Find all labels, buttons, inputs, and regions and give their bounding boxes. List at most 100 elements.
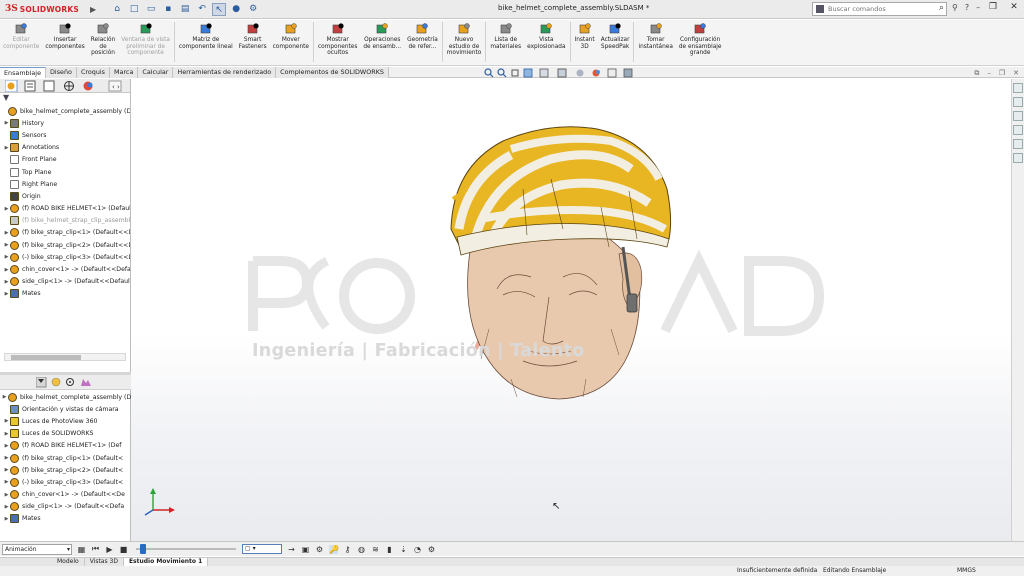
rewind-icon[interactable]: ⏮ — [91, 544, 100, 554]
home-icon[interactable]: ⌂ — [110, 3, 124, 16]
feature-tree-item[interactable]: ▶ (-) bike_strap_clip<3> (Default<<Def — [0, 251, 130, 263]
feature-tree-item[interactable]: ▶ (f) bike_strap_clip<2> (Default<<Def — [0, 239, 130, 251]
dimxpert-tab-icon[interactable] — [64, 80, 74, 91]
play-icon[interactable]: ▶ — [105, 545, 114, 554]
feature-tree-item[interactable]: Right Plane — [0, 178, 130, 190]
expand-arrow-icon[interactable]: ▶ — [3, 516, 10, 522]
cmd-insert-components-button[interactable]: Insertar componentes — [42, 22, 87, 50]
search-input[interactable] — [828, 5, 928, 13]
motion-tree-item[interactable]: ▶ Mates — [0, 513, 131, 525]
cmd-assembly-features-button[interactable]: Operaciones de ensamb... — [360, 22, 404, 50]
cmd-preview-window-button[interactable]: Ventana de vista preliminar de component… — [118, 22, 173, 57]
contact-icon[interactable]: ▮ — [385, 545, 394, 554]
results-icon[interactable]: ◔ — [413, 545, 422, 554]
motion-tree-item[interactable]: Orientación y vistas de cámara — [0, 403, 131, 415]
expand-arrow-icon[interactable]: ▶ — [3, 455, 10, 461]
new-document-icon[interactable]: □ — [127, 3, 141, 16]
bottom-tab-estudio-movimiento-1[interactable]: Estudio Movimiento 1 — [123, 558, 209, 566]
expand-arrow-icon[interactable]: ▶ — [1, 394, 8, 400]
save-icon[interactable]: ▪ — [161, 3, 175, 16]
motion-tree-item[interactable]: ▶ bike_helmet_complete_assembly (De — [0, 391, 131, 403]
feature-manager-tab-icon[interactable] — [5, 79, 18, 92]
expand-arrow-icon[interactable]: ▶ — [3, 492, 10, 498]
feature-tree-item[interactable]: (f) bike_helmet_strap_clip_assembly< — [0, 215, 130, 227]
zoom-to-fit-icon[interactable] — [484, 68, 494, 78]
cmd-edit-component-button[interactable]: Editar componente — [0, 22, 42, 50]
view-orientation-icon[interactable] — [539, 68, 549, 78]
feature-tree-item[interactable]: ▶ Annotations — [0, 142, 130, 154]
restore-icon[interactable]: ❐ — [987, 2, 999, 12]
viewport-close-icon[interactable]: ✕ — [1013, 69, 1019, 78]
expand-arrow-icon[interactable]: ▶ — [3, 279, 10, 285]
undo-icon[interactable]: ↶ — [195, 3, 209, 16]
motion-tree-item[interactable]: ▶ Luces de SOLIDWORKS — [0, 428, 131, 440]
filter-selected-icon[interactable] — [65, 377, 74, 386]
gravity-icon[interactable]: ⇣ — [399, 545, 408, 554]
tab-calcular[interactable]: Calcular — [138, 67, 174, 78]
study-properties-icon[interactable]: ⚙ — [427, 545, 436, 554]
property-manager-tab-icon[interactable] — [24, 80, 36, 91]
add-key-icon[interactable]: ⚷ — [343, 545, 352, 554]
expand-arrow-icon[interactable]: ▶ — [3, 291, 10, 297]
graphics-area[interactable]: Ingeniería | Fabricación | Talento ↖ — [131, 79, 1011, 541]
design-library-icon[interactable] — [1013, 97, 1023, 107]
cmd-exploded-view-button[interactable]: Vista explosionada — [524, 22, 568, 50]
expand-arrow-icon[interactable]: ▶ — [3, 418, 10, 424]
cmd-smart-fasteners-button[interactable]: Smart Fasteners — [236, 22, 270, 50]
cmd-speedpak-button[interactable]: Actualizar SpeedPak — [598, 22, 633, 50]
feature-tree-item[interactable]: ▶ chin_cover<1> -> (Default<<Default — [0, 263, 130, 275]
study-type-select[interactable]: Animación — [2, 543, 72, 555]
autokey-icon[interactable]: 🔑 — [329, 544, 339, 554]
animation-wizard-icon[interactable]: ⚙ — [315, 545, 324, 554]
motion-tree-item[interactable]: ▶ (f) ROAD BIKE HELMET<1> (Def — [0, 440, 131, 452]
playback-mode-icon[interactable]: → — [287, 545, 296, 554]
spring-icon[interactable]: ≋ — [371, 545, 380, 554]
previous-view-icon[interactable] — [511, 69, 519, 77]
rebuild-icon[interactable]: ● — [229, 3, 243, 16]
motion-tree-item[interactable]: ▶ (f) bike_strap_clip<2> (Default< — [0, 464, 131, 476]
motion-tree-item[interactable]: ▶ (-) bike_strap_clip<3> (Default< — [0, 476, 131, 488]
close-icon[interactable]: ✕ — [1008, 2, 1020, 12]
stop-icon[interactable]: ■ — [119, 545, 128, 554]
section-view-icon[interactable] — [523, 68, 533, 78]
custom-properties-icon[interactable] — [1013, 153, 1023, 163]
filter-animated-icon[interactable] — [35, 376, 46, 387]
expand-arrow-icon[interactable]: ▶ — [3, 230, 10, 236]
expand-arrow-icon[interactable]: ▶ — [3, 504, 10, 510]
search-scope-icon[interactable] — [816, 5, 824, 13]
feature-tree-item[interactable]: ▶ (f) ROAD BIKE HELMET<1> (Default< — [0, 203, 130, 215]
expand-arrow-icon[interactable]: ▶ — [3, 120, 10, 126]
minimize-icon[interactable]: – — [976, 3, 980, 12]
tab-marca[interactable]: Marca — [110, 67, 139, 78]
tab-herramientas-de-renderizado[interactable]: Herramientas de renderizado — [173, 67, 277, 78]
motion-tree-item[interactable]: ▶ (f) bike_strap_clip<1> (Default< — [0, 452, 131, 464]
expand-arrow-icon[interactable]: ▶ — [3, 479, 10, 485]
cmd-move-component-button[interactable]: Mover componente — [270, 22, 312, 50]
bottom-tab-modelo[interactable]: Modelo — [52, 558, 85, 566]
feature-tree-item[interactable]: Top Plane — [0, 166, 130, 178]
cmd-bom-button[interactable]: Lista de materiales — [487, 22, 524, 50]
zoom-area-icon[interactable] — [497, 68, 507, 78]
playback-mode-select[interactable]: ▢ ▾ — [242, 544, 282, 554]
view-settings-icon[interactable] — [623, 68, 633, 78]
feature-tree-item[interactable]: Origin — [0, 190, 130, 202]
feature-tree-item[interactable]: ▶ side_clip<1> -> (Default<<Default> — [0, 276, 130, 288]
search-icon[interactable]: ⌕ — [939, 3, 944, 13]
cmd-show-hidden-button[interactable]: Mostrar componentes ocultos — [315, 22, 360, 57]
solidworks-resources-icon[interactable] — [1013, 83, 1023, 93]
display-manager-tab-icon[interactable] — [83, 81, 93, 90]
reference-triad-icon[interactable] — [144, 488, 175, 516]
viewport-restore-icon[interactable]: ❐ — [999, 69, 1005, 78]
menu-expand-icon[interactable]: ▶ — [90, 5, 96, 14]
expand-arrow-icon[interactable]: ▶ — [3, 254, 10, 260]
playback-slider-knob[interactable] — [140, 544, 146, 554]
expand-arrow-icon[interactable]: ▶ — [3, 242, 10, 248]
tab-ensamblaje[interactable]: Ensamblaje — [0, 67, 47, 78]
motion-tree-item[interactable]: ▶ Luces de PhotoView 360 — [0, 415, 131, 427]
help-icon[interactable]: ? — [965, 3, 969, 12]
cmd-large-assembly-button[interactable]: Configuración de ensamblaje grande — [676, 22, 725, 57]
hide-show-icon[interactable] — [576, 69, 584, 77]
options-icon[interactable]: ⚙ — [246, 3, 260, 16]
view-palette-icon[interactable] — [1013, 125, 1023, 135]
tree-filter[interactable]: ▼ — [0, 93, 130, 105]
